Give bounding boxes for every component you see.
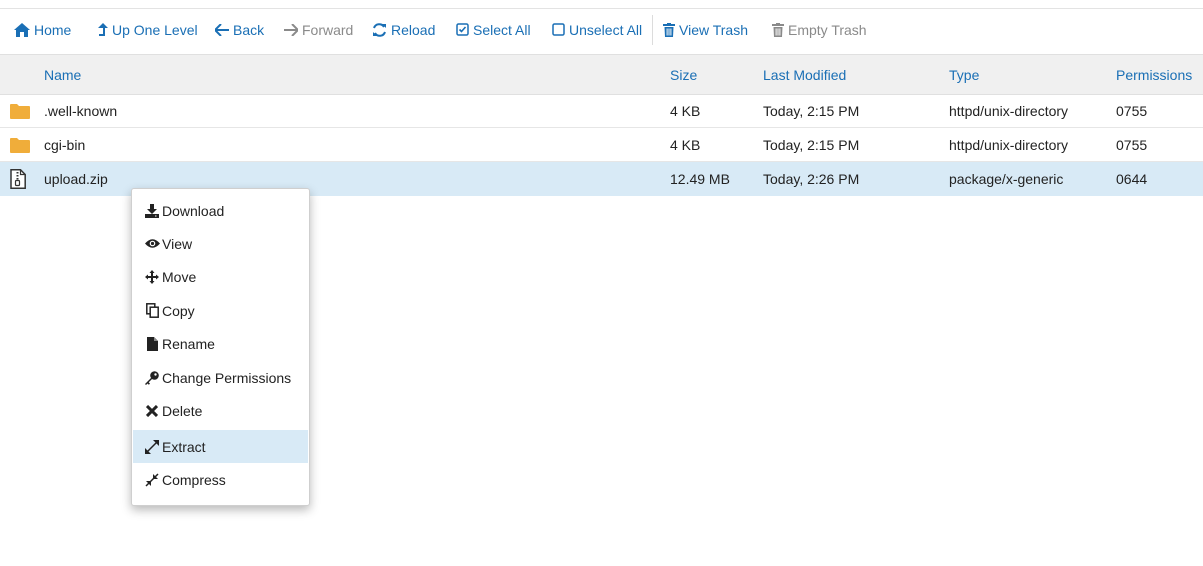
expand-icon (144, 439, 160, 454)
file-name[interactable]: .well-known (44, 94, 117, 127)
context-menu-extract[interactable]: Extract (133, 430, 308, 463)
compress-icon (144, 472, 160, 487)
archive-file-icon (10, 162, 32, 196)
arrow-right-icon (284, 23, 298, 36)
empty-trash-button[interactable]: Empty Trash (772, 9, 867, 50)
toolbar-divider (652, 15, 653, 45)
file-type: package/x-generic (949, 171, 1064, 187)
move-arrows-icon (144, 269, 160, 284)
file-icon (144, 336, 160, 351)
back-label: Back (233, 21, 265, 38)
context-menu-copy[interactable]: Copy (133, 294, 308, 327)
file-size: 4 KB (670, 136, 701, 153)
up-one-level-label: Up One Level (112, 21, 198, 38)
forward-label: Forward (302, 21, 354, 38)
level-up-icon (98, 22, 108, 36)
trash-icon (663, 22, 675, 37)
close-icon (144, 404, 160, 417)
file-type: httpd/unix-directory (949, 136, 1069, 153)
context-menu-change-permissions[interactable]: Change Permissions (133, 361, 308, 394)
key-icon (144, 370, 160, 385)
context-menu-label: Extract (162, 438, 206, 455)
context-menu-compress[interactable]: Compress (133, 463, 308, 496)
refresh-icon (373, 22, 386, 37)
unselect-all-button[interactable]: Unselect All (552, 9, 642, 50)
column-header-name[interactable]: Name (44, 55, 81, 94)
file-last-modified: Today, 2:15 PM (763, 136, 860, 153)
file-manager-toolbar: Home Up One Level Back Forward Reload Se… (0, 8, 1203, 50)
context-menu: Download View Move Copy Rename Change Pe… (131, 188, 310, 506)
arrow-left-icon (215, 23, 229, 36)
trash-icon (772, 22, 784, 37)
column-header-type[interactable]: Type (949, 55, 979, 94)
copy-icon (144, 303, 160, 318)
context-menu-label: View (162, 235, 193, 252)
folder-icon (10, 94, 32, 127)
empty-trash-label: Empty Trash (788, 21, 867, 38)
context-menu-label: Copy (162, 302, 195, 319)
file-permissions: 0755 (1116, 102, 1148, 119)
file-size: 4 KB (670, 102, 701, 119)
column-header-last-modified[interactable]: Last Modified (763, 55, 846, 94)
file-name[interactable]: upload.zip (44, 162, 108, 196)
table-row[interactable]: .well-known 4 KB Today, 2:15 PM httpd/un… (0, 94, 1203, 128)
forward-button[interactable]: Forward (284, 9, 353, 50)
home-button[interactable]: Home (14, 9, 71, 50)
view-trash-button[interactable]: View Trash (663, 9, 748, 50)
home-label: Home (34, 21, 72, 38)
table-row[interactable]: cgi-bin 4 KB Today, 2:15 PM httpd/unix-d… (0, 128, 1203, 162)
column-header-permissions[interactable]: Permissions (1116, 55, 1192, 94)
file-permissions: 0755 (1116, 136, 1148, 153)
download-icon (144, 203, 160, 218)
column-header-size[interactable]: Size (670, 55, 697, 94)
select-all-label: Select All (473, 21, 531, 38)
context-menu-download[interactable]: Download (133, 194, 308, 227)
context-menu-label: Move (162, 268, 197, 285)
folder-icon (10, 128, 32, 161)
reload-button[interactable]: Reload (372, 9, 435, 50)
checkbox-empty-icon (552, 23, 565, 36)
back-button[interactable]: Back (215, 9, 264, 50)
unselect-all-label: Unselect All (569, 21, 643, 38)
up-one-level-button[interactable]: Up One Level (98, 9, 198, 50)
context-menu-label: Delete (162, 402, 203, 419)
context-menu-move[interactable]: Move (133, 260, 308, 293)
context-menu-label: Download (162, 202, 225, 219)
file-last-modified: Today, 2:15 PM (763, 102, 860, 119)
eye-icon (144, 238, 160, 249)
file-name[interactable]: cgi-bin (44, 128, 85, 161)
file-last-modified: Today, 2:26 PM (763, 171, 860, 187)
context-menu-view[interactable]: View (133, 227, 308, 260)
file-permissions: 0644 (1116, 171, 1148, 187)
view-trash-label: View Trash (679, 21, 748, 38)
file-table-header: Name Size Last Modified Type Permissions (0, 54, 1203, 95)
context-menu-label: Change Permissions (162, 369, 292, 386)
home-icon (14, 22, 30, 37)
context-menu-label: Compress (162, 471, 226, 488)
checkbox-checked-icon (456, 23, 469, 36)
file-size: 12.49 MB (670, 171, 730, 187)
select-all-button[interactable]: Select All (456, 9, 531, 50)
reload-label: Reload (391, 21, 436, 38)
context-menu-rename[interactable]: Rename (133, 327, 308, 360)
context-menu-label: Rename (162, 335, 215, 352)
context-menu-delete[interactable]: Delete (133, 394, 308, 427)
file-type: httpd/unix-directory (949, 102, 1069, 119)
